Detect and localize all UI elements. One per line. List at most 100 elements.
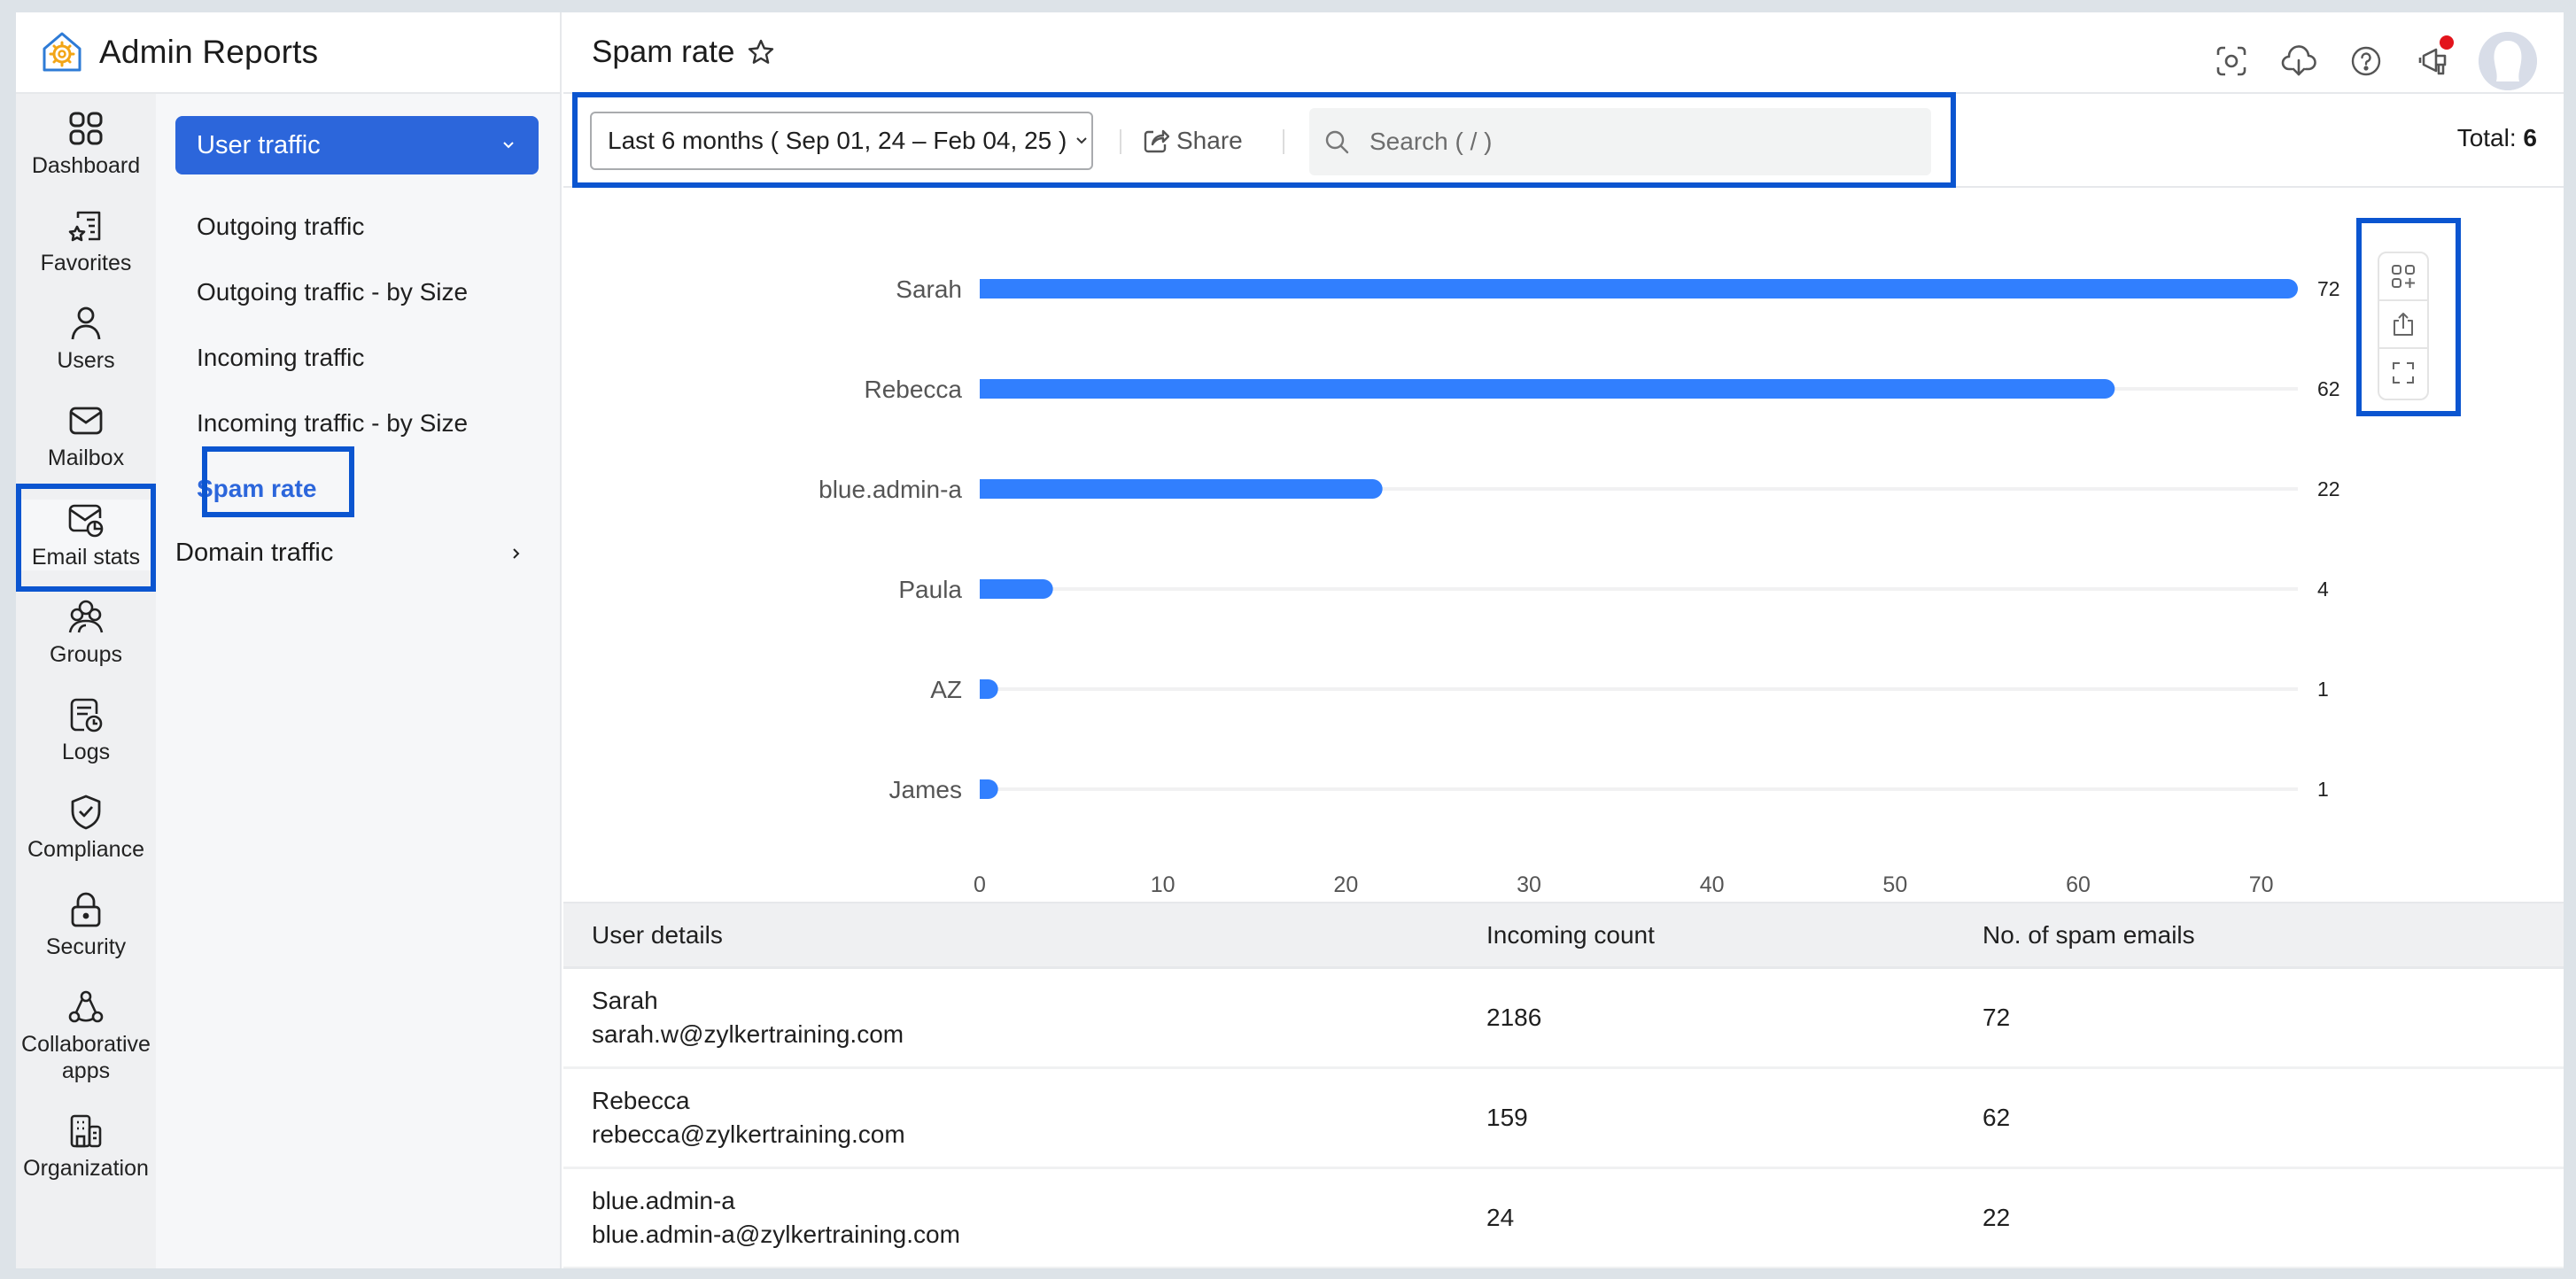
report-submenu: User traffic Outgoing traffic Outgoing t… — [156, 94, 562, 1268]
submenu-item-incoming-traffic[interactable]: Incoming traffic — [197, 344, 364, 372]
email-stats-icon — [66, 500, 106, 540]
category-label: Rebecca — [864, 376, 962, 403]
report-toolbar: Last 6 months ( Sep 01, 24 – Feb 04, 25 … — [563, 94, 2564, 188]
bar[interactable] — [980, 579, 1053, 599]
submenu-item-outgoing-traffic-by-size[interactable]: Outgoing traffic - by Size — [197, 278, 468, 306]
incoming-count-cell: 2186 — [1486, 1004, 1542, 1031]
mailbox-icon — [66, 400, 106, 441]
data-label: 1 — [2317, 778, 2329, 801]
submenu-item-incoming-traffic-by-size[interactable]: Incoming traffic - by Size — [197, 409, 468, 438]
rail-item-mailbox[interactable]: Mailbox — [16, 400, 156, 471]
category-label: blue.admin-a — [819, 476, 962, 503]
category-label: AZ — [930, 676, 962, 703]
date-range-select[interactable]: Last 6 months ( Sep 01, 24 – Feb 04, 25 … — [590, 112, 1093, 170]
total-label: Total: — [2456, 124, 2517, 151]
chart-area: Sarah 72 Rebecca 62 blue.admin-a 22 Paula 4 AZ 1 J… — [563, 190, 2564, 902]
header-incoming-count[interactable]: Incoming count — [1486, 921, 1982, 950]
spam-rate-bar-chart: Sarah 72 Rebecca 62 blue.admin-a 22 Paula 4 AZ 1 J… — [819, 275, 2340, 897]
table-header: User details Incoming count No. of spam … — [563, 902, 2564, 969]
app-title: Admin Reports — [99, 34, 319, 70]
user-name: Rebecca — [592, 1087, 690, 1114]
help-icon[interactable] — [2344, 39, 2388, 83]
rail-item-groups[interactable]: Groups — [16, 597, 156, 668]
notification-dot — [2440, 35, 2454, 50]
fullscreen-button[interactable] — [2379, 349, 2427, 397]
rail-item-favorites[interactable]: Favorites — [16, 205, 156, 276]
avatar[interactable] — [2479, 32, 2537, 90]
table-row[interactable]: Sarah sarah.w@zylkertraining.com 2186 72 — [563, 969, 2564, 1069]
export-button[interactable] — [2379, 301, 2427, 349]
rail-label: Favorites — [40, 251, 132, 275]
submenu-item-outgoing-traffic[interactable]: Outgoing traffic — [197, 213, 364, 241]
data-label: 72 — [2317, 277, 2340, 300]
share-icon — [1144, 129, 1169, 153]
rail-item-users[interactable]: Users — [16, 303, 156, 374]
collaborative-apps-icon — [66, 987, 106, 1027]
x-tick-label: 10 — [1151, 872, 1175, 897]
x-tick-label: 40 — [1700, 872, 1725, 897]
rail-item-organization[interactable]: Organization — [16, 1111, 156, 1182]
rail-label: Groups — [50, 642, 122, 667]
divider — [1120, 129, 1121, 154]
rail-item-security[interactable]: Security — [16, 889, 156, 960]
share-button[interactable]: Share — [1143, 120, 1243, 161]
submenu-item-spam-rate[interactable]: Spam rate — [197, 475, 316, 503]
bar[interactable] — [980, 679, 998, 699]
data-label: 1 — [2317, 678, 2329, 701]
favorite-star-icon[interactable] — [747, 38, 775, 66]
chevron-down-icon — [503, 142, 514, 149]
rail-item-compliance[interactable]: Compliance — [16, 792, 156, 863]
date-range-label: Last 6 months ( Sep 01, 24 – Feb 04, 25 … — [608, 127, 1067, 154]
spam-count-cell: 72 — [1982, 1004, 2011, 1031]
add-widget-icon — [2392, 265, 2415, 288]
category-label: Sarah — [896, 275, 962, 303]
organization-icon — [66, 1111, 106, 1151]
page-title: Spam rate — [592, 35, 735, 69]
add-widget-button[interactable] — [2379, 253, 2427, 301]
data-label: 62 — [2317, 377, 2340, 400]
rail-item-dashboard[interactable]: Dashboard — [16, 108, 156, 179]
search-field[interactable] — [1309, 108, 1931, 175]
announcement-icon[interactable] — [2411, 35, 2456, 83]
user-name: Sarah — [592, 987, 658, 1014]
rail-label: Organization — [23, 1156, 149, 1181]
header-spam-emails[interactable]: No. of spam emails — [1982, 921, 2514, 950]
main-header: Spam rate — [563, 12, 2564, 94]
domain-traffic-label: Domain traffic — [175, 539, 334, 567]
icon-rail: Dashboard Favorites Users Mailbox Email … — [16, 94, 156, 1268]
rail-item-logs[interactable]: Logs — [16, 694, 156, 765]
chevron-down-icon — [1076, 137, 1088, 144]
header-user-details[interactable]: User details — [563, 921, 1486, 950]
user-icon — [66, 303, 106, 344]
screenshot-icon[interactable] — [2209, 39, 2254, 83]
table-row[interactable]: blue.admin-a blue.admin-a@zylkertraining… — [563, 1169, 2564, 1268]
user-details-cell: Rebecca rebecca@zylkertraining.com — [563, 1084, 1486, 1151]
spam-count-cell: 62 — [1982, 1104, 2011, 1131]
search-input[interactable] — [1369, 128, 1901, 156]
bar[interactable] — [980, 379, 2115, 399]
bar[interactable] — [980, 479, 1383, 499]
submenu-group-user-traffic[interactable]: User traffic — [175, 116, 539, 174]
favorites-icon — [66, 205, 106, 246]
rail-label: Mailbox — [47, 446, 125, 470]
rail-label: Compliance — [27, 837, 144, 862]
total-value: 6 — [2523, 124, 2537, 151]
admin-reports-logo-icon — [43, 32, 81, 72]
data-label: 22 — [2317, 477, 2340, 500]
submenu-item-domain-traffic[interactable]: Domain traffic — [175, 539, 521, 568]
rail-label: Security — [45, 934, 127, 959]
bar-track — [980, 687, 2298, 691]
table-row[interactable]: Rebecca rebecca@zylkertraining.com 159 6… — [563, 1069, 2564, 1169]
submenu-group-label: User traffic — [197, 130, 321, 159]
rail-item-email-stats[interactable]: Email stats — [16, 500, 156, 570]
user-details-cell: Sarah sarah.w@zylkertraining.com — [563, 984, 1486, 1051]
rail-label: Dashboard — [31, 153, 141, 178]
incoming-count-cell: 159 — [1486, 1104, 1528, 1131]
dashboard-icon — [66, 108, 106, 149]
rail-label: Logs — [61, 740, 111, 764]
bar[interactable] — [980, 779, 998, 799]
divider — [1283, 129, 1284, 154]
rail-item-collaborative-apps[interactable]: Collaborative apps — [16, 987, 156, 1084]
bar[interactable] — [980, 279, 2298, 298]
cloud-download-icon[interactable] — [2277, 39, 2321, 83]
